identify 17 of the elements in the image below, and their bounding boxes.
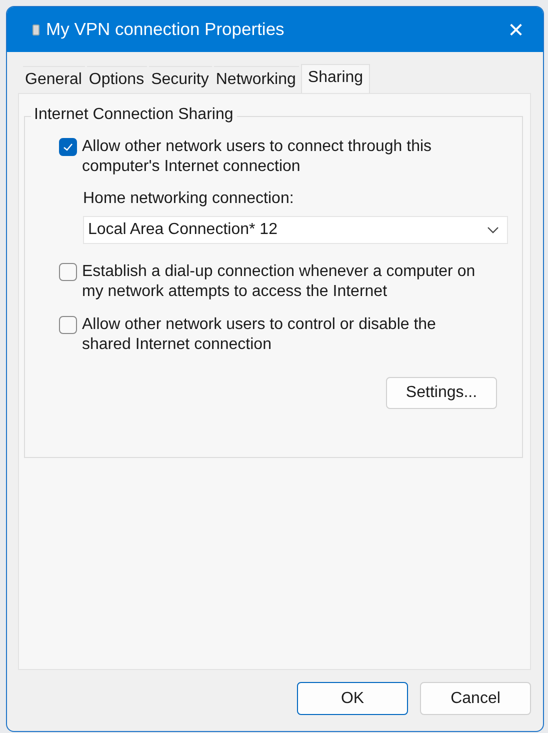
dropdown[interactable]: Local Area Connection* 12 [83,216,508,244]
checkbox[interactable] [59,263,77,281]
checkbox-label: Allow other network users to control or disable the shared Internet connection [82,315,437,355]
dialog-button[interactable]: Cancel [420,682,531,715]
window-title: My VPN connection Properties [46,19,286,40]
field-label: Home networking connection: [83,190,295,208]
checkbox-label: Establish a dial-up connection whenever a computer on my network attempts to access the Internet [82,262,476,302]
settings-button[interactable]: Settings... [386,377,497,409]
check-icon [62,141,74,153]
checkbox[interactable] [59,316,77,334]
close-button[interactable]: ✕ [493,10,539,50]
checkbox[interactable] [59,138,77,156]
group-title: Internet Connection Sharing [31,106,238,124]
dialog-button[interactable]: OK [297,682,408,715]
tab[interactable]: Sharing [300,64,370,93]
chevron-icon [487,226,499,234]
checkbox-label: Allow other network users to connect through this computer's Internet connection [82,137,433,177]
